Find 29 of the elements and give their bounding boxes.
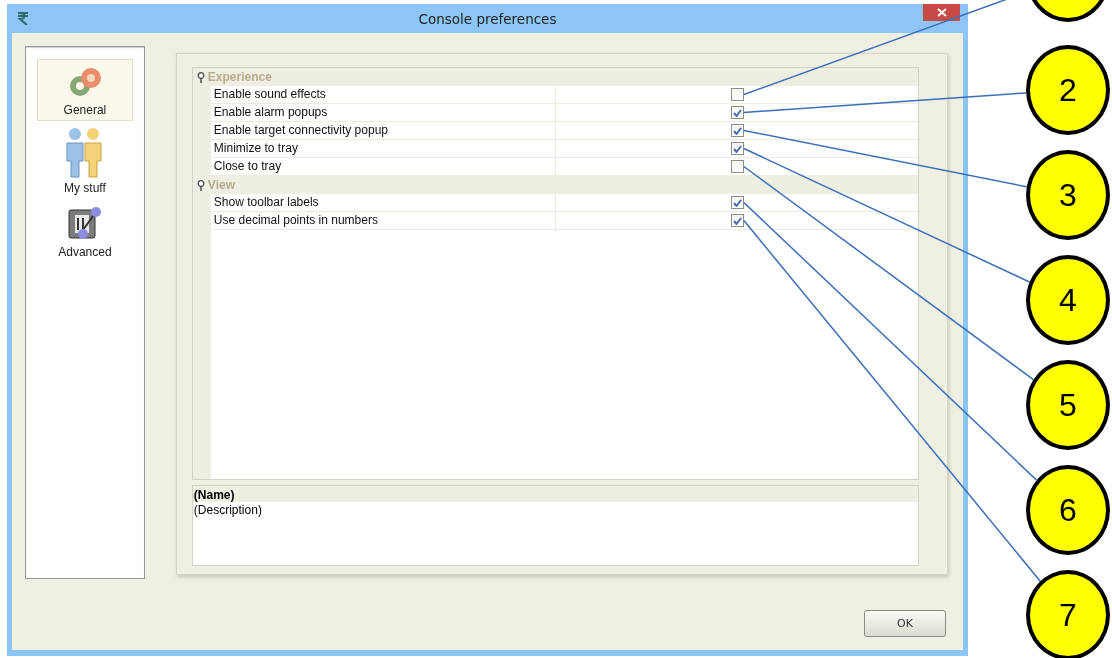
- ok-button[interactable]: OK: [864, 610, 946, 637]
- pin-icon: [196, 179, 205, 191]
- close-button[interactable]: [923, 4, 960, 21]
- checkbox[interactable]: [730, 88, 744, 101]
- callout-circle: 6: [1026, 465, 1110, 555]
- sidebar-item[interactable]: Advanced: [36, 199, 133, 263]
- close-icon: [936, 8, 947, 17]
- window-title: Console preferences: [418, 10, 557, 27]
- checkbox[interactable]: [730, 214, 744, 227]
- description-title: (Name): [192, 485, 918, 502]
- checkbox[interactable]: [730, 142, 744, 155]
- switch-icon: [65, 204, 104, 242]
- sidebar-item[interactable]: General: [36, 59, 133, 121]
- property-name: Use decimal points in numbers: [210, 212, 556, 230]
- sidebar-item[interactable]: My stuff: [36, 121, 133, 199]
- app-logo-icon: [17, 11, 29, 25]
- callout-circle: 7: [1026, 570, 1110, 658]
- category-name: Experience: [207, 70, 272, 84]
- category-name: View: [207, 178, 235, 192]
- callout-circle: 3: [1026, 150, 1110, 240]
- checkbox[interactable]: [730, 106, 744, 119]
- checkbox[interactable]: [730, 196, 744, 209]
- checkbox[interactable]: [730, 160, 744, 173]
- callout-circle: 4: [1026, 255, 1110, 345]
- checkbox[interactable]: [730, 124, 744, 137]
- description-text: (Description): [192, 502, 263, 518]
- callout-circle: 5: [1026, 360, 1110, 450]
- pin-icon: [196, 71, 205, 83]
- callout-circle: 2: [1026, 45, 1110, 135]
